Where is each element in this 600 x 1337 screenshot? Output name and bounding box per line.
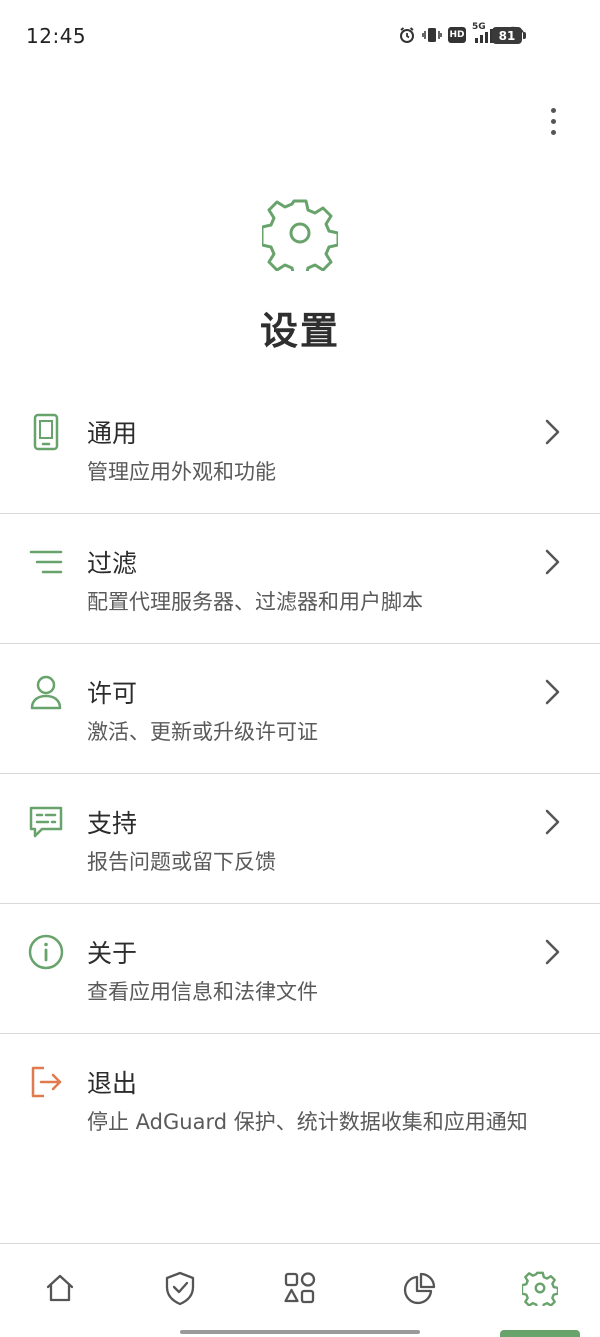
nav-protection[interactable] xyxy=(150,1270,210,1310)
apps-grid-icon xyxy=(283,1271,317,1309)
item-subtitle: 管理应用外观和功能 xyxy=(87,460,276,484)
vibrate-icon xyxy=(422,26,442,44)
filter-lines-icon xyxy=(26,542,66,582)
item-title: 许可 xyxy=(87,679,138,708)
nav-active-indicator xyxy=(500,1330,580,1337)
nav-activity[interactable] xyxy=(270,1270,330,1310)
battery-indicator: 81 xyxy=(492,27,526,44)
alarm-icon xyxy=(398,26,416,44)
home-indicator xyxy=(180,1330,420,1334)
chevron-right-icon xyxy=(540,418,564,446)
more-options-button[interactable] xyxy=(532,100,574,142)
settings-item-support[interactable]: 支持 报告问题或留下反馈 xyxy=(0,774,600,904)
pie-chart-icon xyxy=(403,1271,437,1309)
bottom-navigation xyxy=(0,1243,600,1337)
gear-icon xyxy=(520,1270,560,1311)
item-subtitle: 报告问题或留下反馈 xyxy=(87,850,276,874)
item-subtitle: 配置代理服务器、过滤器和用户脚本 xyxy=(87,590,423,614)
settings-item-about[interactable]: 关于 查看应用信息和法律文件 xyxy=(0,904,600,1034)
item-subtitle: 查看应用信息和法律文件 xyxy=(87,980,318,1004)
item-title: 通用 xyxy=(87,419,138,448)
item-subtitle: 激活、更新或升级许可证 xyxy=(87,720,318,744)
item-title: 退出 xyxy=(87,1069,138,1098)
message-icon xyxy=(26,802,66,842)
chevron-right-icon xyxy=(540,808,564,836)
more-dot xyxy=(550,129,556,135)
chevron-right-icon xyxy=(540,548,564,576)
chevron-right-icon xyxy=(540,678,564,706)
item-title: 支持 xyxy=(87,809,138,838)
more-vertical-icon xyxy=(550,107,556,113)
settings-item-license[interactable]: 许可 激活、更新或升级许可证 xyxy=(0,644,600,774)
status-bar: 12:45 HD 5G 81 xyxy=(0,0,600,72)
nav-home[interactable] xyxy=(30,1270,90,1310)
settings-item-filtering[interactable]: 过滤 配置代理服务器、过滤器和用户脚本 xyxy=(0,514,600,644)
more-dot xyxy=(550,118,556,124)
nav-settings[interactable] xyxy=(510,1270,570,1311)
item-title: 关于 xyxy=(87,939,138,968)
settings-item-general[interactable]: 通用 管理应用外观和功能 xyxy=(0,384,600,514)
home-icon xyxy=(44,1272,76,1308)
exit-icon xyxy=(26,1062,66,1102)
item-title: 过滤 xyxy=(87,549,138,578)
info-icon xyxy=(26,932,66,972)
nav-statistics[interactable] xyxy=(390,1270,450,1310)
phone-icon xyxy=(26,412,66,452)
item-subtitle: 停止 AdGuard 保护、统计数据收集和应用通知 xyxy=(87,1110,528,1134)
user-icon xyxy=(26,672,66,712)
hd-icon: HD xyxy=(448,27,466,43)
gear-icon xyxy=(260,195,340,279)
chevron-right-icon xyxy=(540,938,564,966)
status-time: 12:45 xyxy=(26,24,87,48)
shield-check-icon xyxy=(163,1270,197,1310)
page-title: 设置 xyxy=(259,309,340,353)
settings-list: 通用 管理应用外观和功能 过滤 配置代理服务器、过滤器和用户脚本 许可 激活、更… xyxy=(0,384,600,1164)
settings-item-exit[interactable]: 退出 停止 AdGuard 保护、统计数据收集和应用通知 xyxy=(0,1034,600,1164)
